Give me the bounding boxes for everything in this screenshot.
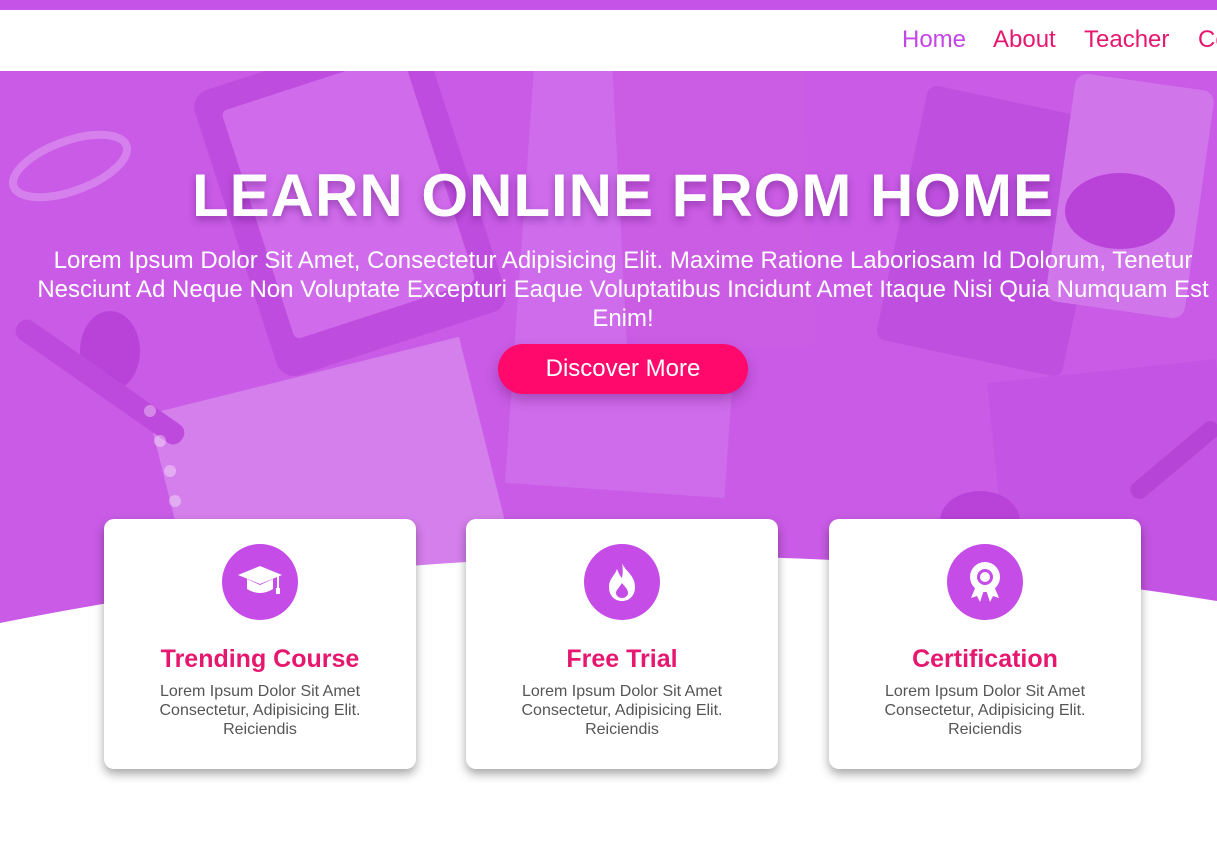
nav-link-teacher[interactable]: Teacher xyxy=(1084,26,1169,54)
nav-link-contact[interactable]: Co xyxy=(1198,26,1217,54)
hero-description: Lorem Ipsum Dolor Sit Amet, Consectetur … xyxy=(37,247,1209,332)
navbar: Home About Teacher Co xyxy=(0,10,1217,71)
nav-link-home[interactable]: Home xyxy=(902,26,966,54)
feature-title: Free Trial xyxy=(566,645,678,673)
feature-title: Trending Course xyxy=(160,645,360,673)
feature-card-free-trial[interactable]: Free Trial Lorem Ipsum Dolor Sit Amet Co… xyxy=(466,519,778,769)
nav-link-about[interactable]: About xyxy=(993,26,1056,54)
fire-icon xyxy=(584,544,660,620)
top-strip xyxy=(0,0,1217,10)
feature-description: Lorem Ipsum Dolor Sit Amet Consectetur, … xyxy=(521,683,723,738)
discover-more-button[interactable]: Discover More xyxy=(498,344,748,394)
feature-title: Certification xyxy=(912,645,1058,673)
graduation-cap-icon xyxy=(222,544,298,620)
feature-description: Lorem Ipsum Dolor Sit Amet Consectetur, … xyxy=(159,683,361,738)
feature-card-trending-course[interactable]: Trending Course Lorem Ipsum Dolor Sit Am… xyxy=(104,519,416,769)
award-icon xyxy=(947,544,1023,620)
feature-description: Lorem Ipsum Dolor Sit Amet Consectetur, … xyxy=(884,683,1086,738)
feature-card-certification[interactable]: Certification Lorem Ipsum Dolor Sit Amet… xyxy=(829,519,1141,769)
hero-title: LEARN ONLINE FROM HOME xyxy=(192,162,1054,229)
